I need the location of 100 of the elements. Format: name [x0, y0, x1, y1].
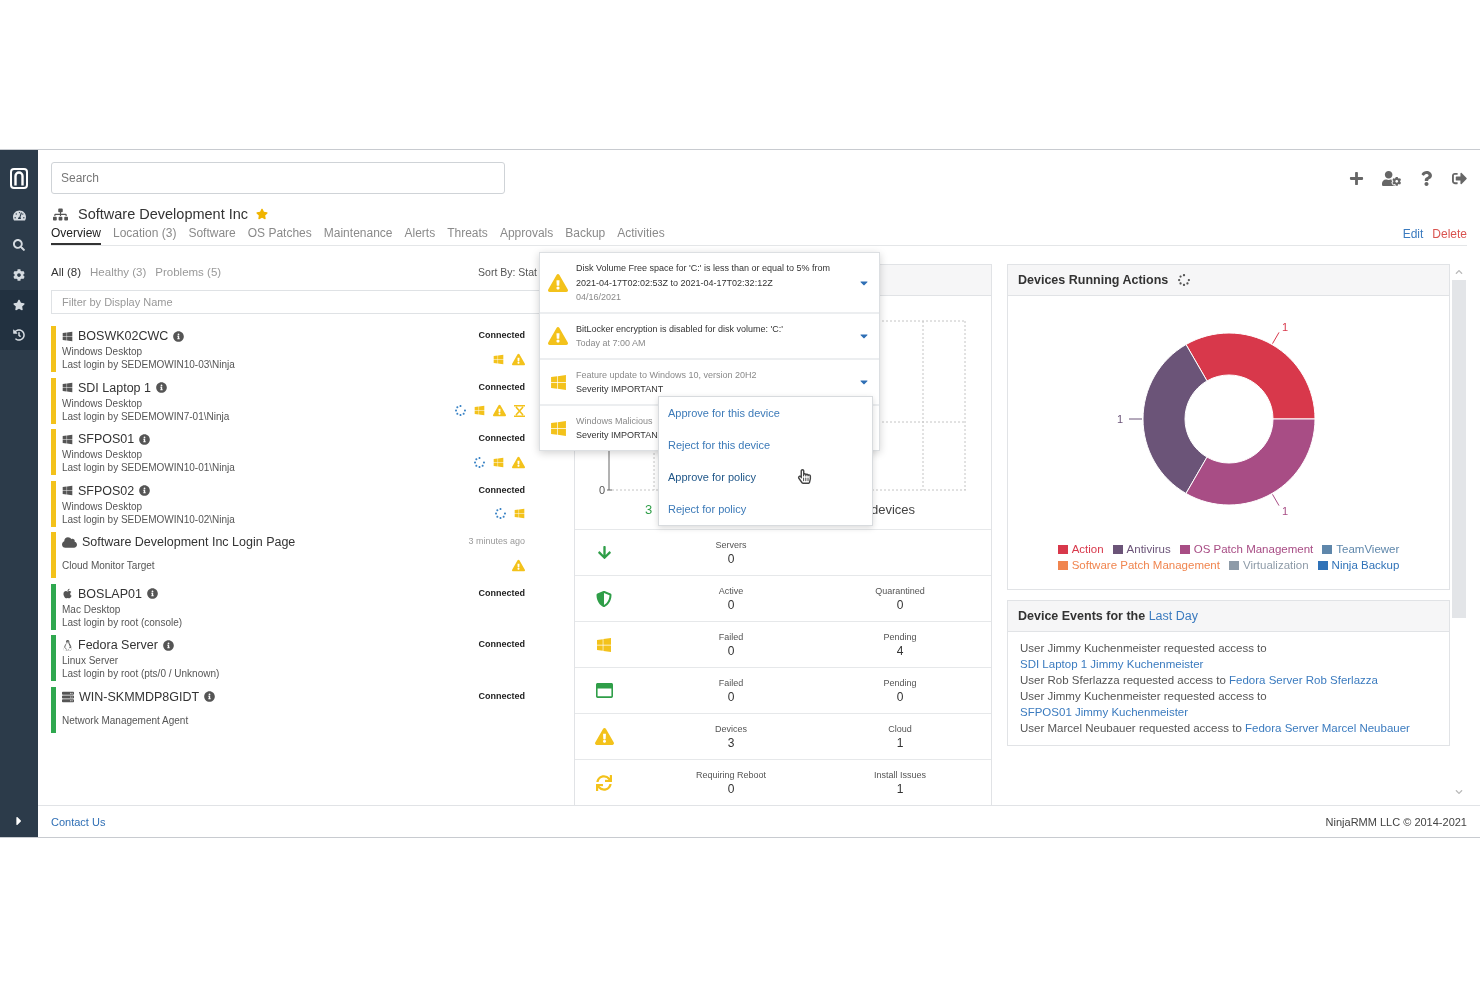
tab[interactable]: OS Patches: [247, 226, 312, 245]
info-icon[interactable]: [173, 330, 185, 342]
connection-status: Connected: [478, 689, 525, 703]
filter-tab[interactable]: Healthy (3): [90, 266, 147, 278]
device-detail: Windows Desktop: [62, 499, 144, 513]
windows-icon: [62, 382, 73, 393]
tab[interactable]: Alerts: [404, 226, 436, 245]
event-text: User Marcel Neubauer requested access to Fedora Server Marcel Neubauer: [1020, 721, 1411, 736]
device-detail: Mac Desktop: [62, 602, 122, 616]
legend-label[interactable]: Action: [1071, 543, 1104, 555]
stat-label: Quarantined: [875, 584, 925, 597]
stat-label: Failed: [718, 676, 744, 689]
tab[interactable]: Backup: [565, 226, 606, 245]
help-icon[interactable]: [1419, 170, 1434, 186]
device-name[interactable]: Fedora Server: [78, 638, 158, 652]
warning-icon: [548, 272, 568, 293]
windows-icon: [62, 330, 73, 342]
connection-status: Connected: [478, 638, 525, 651]
alert-detail: Today at 7:00 AM: [576, 337, 647, 350]
info-icon[interactable]: [139, 485, 151, 496]
favorite-star-icon[interactable]: [256, 208, 269, 220]
sign-out-icon[interactable]: [1452, 170, 1467, 186]
tab[interactable]: Maintenance: [323, 226, 393, 245]
info-icon[interactable]: [139, 433, 151, 445]
star-icon[interactable]: [13, 299, 25, 311]
settings-icon[interactable]: [13, 269, 25, 281]
stat-label: Install Issues: [874, 768, 926, 781]
apple-icon: [62, 588, 73, 599]
tab[interactable]: Activities: [617, 226, 665, 245]
device-link[interactable]: SFPOS01 Jimmy Kuchenmeister: [1020, 706, 1189, 718]
stat-value: 3: [727, 734, 735, 751]
tab[interactable]: Threats: [447, 226, 488, 245]
data-label: 1: [1116, 413, 1123, 425]
user-gear-icon[interactable]: [1382, 168, 1401, 188]
tab[interactable]: Approvals: [499, 226, 554, 245]
device-detail: Last login by root (pts/0 / Unknown): [62, 667, 220, 680]
search-icon[interactable]: [13, 239, 25, 251]
info-icon[interactable]: [204, 691, 216, 702]
legend-label[interactable]: OS Patch Management: [1193, 543, 1314, 555]
device-link[interactable]: SDI Laptop 1 Jimmy Kuchenmeister: [1020, 658, 1204, 670]
legend-label[interactable]: Ninja Backup: [1331, 559, 1400, 571]
device-name[interactable]: Software Development Inc Login Page: [82, 535, 296, 549]
spinner-icon: [495, 508, 506, 519]
period-link[interactable]: Last Day: [1148, 609, 1198, 623]
warning-icon: [512, 352, 525, 366]
stat-value: 0: [727, 688, 735, 705]
menu-item[interactable]: Reject for this device: [659, 429, 872, 461]
legend-label[interactable]: Antivirus: [1126, 543, 1171, 555]
device-name[interactable]: SFPOS01: [78, 432, 135, 446]
device-name[interactable]: BOSLAP01: [78, 586, 142, 601]
alert-detail: 04/16/2021: [576, 291, 623, 304]
device-detail: Last login by SEDEMOWIN10-02\Ninja: [62, 512, 235, 526]
legend-label[interactable]: Virtualization: [1242, 559, 1309, 571]
device-link[interactable]: Fedora Server Rob Sferlazza: [1229, 674, 1378, 686]
logo-icon[interactable]: [10, 167, 28, 189]
tab[interactable]: Location (3): [113, 226, 177, 245]
hourglass-icon: [514, 404, 525, 417]
menu-item[interactable]: Approve for policy: [659, 461, 872, 493]
menu-item[interactable]: Approve for this device: [659, 397, 872, 429]
filter-tab[interactable]: All (8): [51, 266, 82, 278]
tab[interactable]: Software: [188, 226, 236, 245]
contact-link[interactable]: Contact Us: [51, 815, 106, 828]
device-detail: Linux Server: [62, 654, 120, 667]
filter-tab[interactable]: Problems (5): [155, 266, 222, 278]
scrollbar-thumb[interactable]: [1452, 280, 1466, 618]
tab[interactable]: Overview: [51, 226, 101, 245]
device-detail: Network Management Agent: [62, 713, 190, 727]
event-text: User Jimmy Kuchenmeister requested access to SDI Laptop 1 Jimmy Kuchenmeister: [1020, 641, 1268, 672]
info-icon[interactable]: [155, 382, 167, 393]
menu-item[interactable]: Reject for policy: [659, 493, 872, 525]
filter-field[interactable]: Filter by Display Name: [51, 290, 540, 314]
spinner-icon: [474, 456, 485, 468]
history-icon[interactable]: [13, 329, 25, 341]
search-field[interactable]: Search: [51, 162, 505, 194]
device-detail: Last login by SEDEMOWIN10-01\Ninja: [62, 461, 235, 474]
info-icon[interactable]: [162, 639, 174, 651]
warning-icon: [548, 326, 568, 346]
stat-label: Servers: [715, 538, 747, 551]
delete-link[interactable]: Delete: [1432, 227, 1467, 241]
warning-icon: [512, 455, 525, 469]
edit-link[interactable]: Edit: [1402, 227, 1424, 241]
device-name[interactable]: SFPOS02: [78, 483, 135, 498]
device-link[interactable]: Fedora Server Marcel Neubauer: [1245, 722, 1410, 734]
stat-label: Devices: [715, 722, 747, 735]
windows-icon: [549, 419, 567, 437]
device-name[interactable]: SDI Laptop 1: [78, 380, 151, 395]
axis-tick-label: 0: [597, 484, 606, 496]
plus-icon[interactable]: [1349, 170, 1364, 186]
warning-icon: [493, 404, 506, 417]
alert-detail: Severity IMPORTAN: [576, 429, 659, 442]
info-icon[interactable]: [146, 588, 158, 599]
dashboard-icon[interactable]: [12, 208, 26, 222]
device-name[interactable]: WIN-SKMMDP8GIDT: [79, 689, 200, 704]
device-name[interactable]: BOSWK02CWC: [78, 329, 169, 343]
legend-label[interactable]: Software Patch Management: [1071, 559, 1220, 571]
windows-icon: [474, 405, 485, 416]
device-detail: Last login by root (console): [62, 615, 183, 629]
alert-title: Feature update to Windows 10, version 20H2: [576, 369, 758, 382]
legend-label[interactable]: TeamViewer: [1336, 543, 1400, 555]
stat-label: Pending: [883, 630, 917, 643]
